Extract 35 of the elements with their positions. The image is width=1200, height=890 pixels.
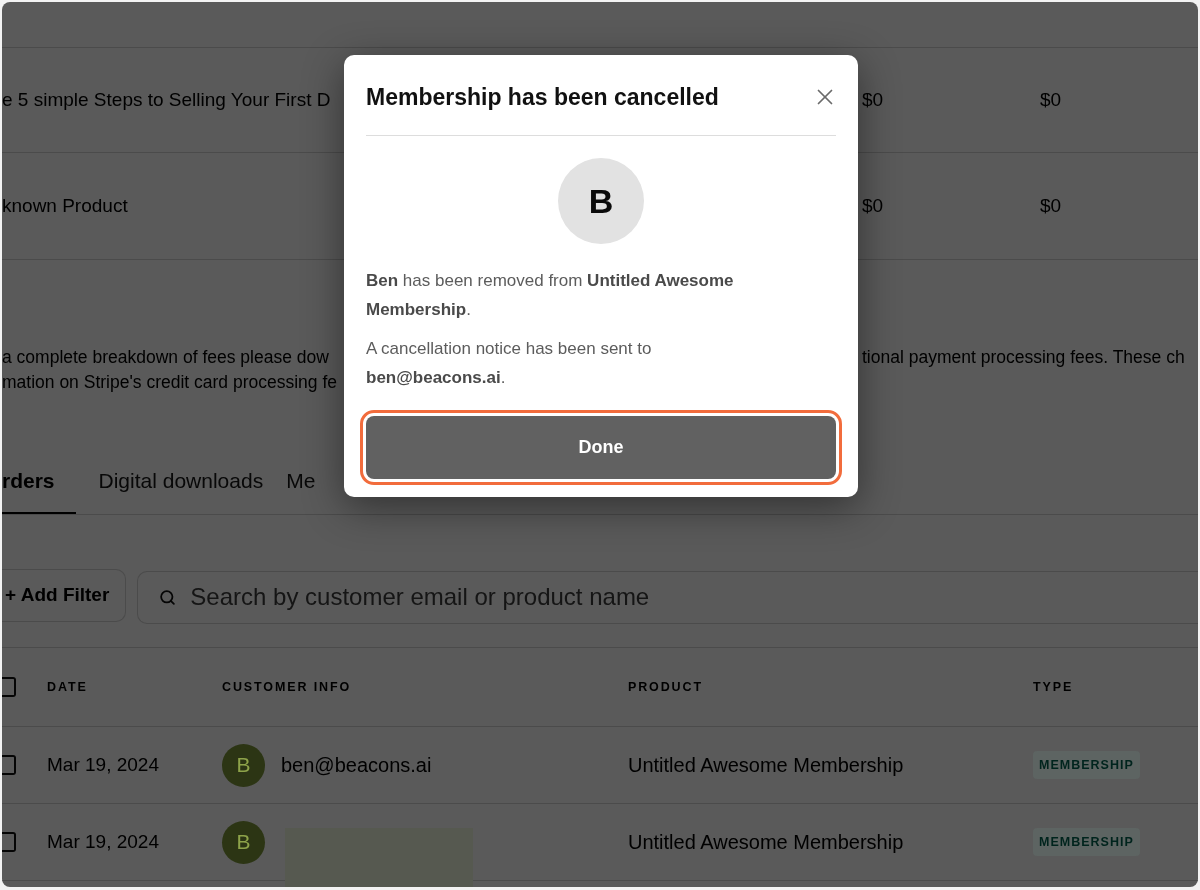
type-tag: MEMBERSHIP	[1033, 827, 1140, 857]
date-text: Mar 19, 2024	[47, 752, 160, 777]
column-header: TYPE	[1033, 678, 1075, 696]
search-icon	[159, 588, 177, 606]
column-header: CUSTOMER INFO	[222, 678, 352, 696]
tab[interactable]: Digital downloads	[98, 451, 264, 514]
modal-message: Ben has been removed from Untitled Awesome Membership.	[366, 270, 735, 321]
price-text: $0	[862, 193, 884, 218]
customer-email: ben@beacons.ai	[281, 753, 432, 778]
add-filter-button[interactable]: + Add Filter	[2, 568, 127, 622]
customer-avatar: B	[222, 820, 265, 864]
tab[interactable]: Me	[286, 451, 316, 514]
price-text: $0	[862, 87, 884, 112]
checkbox[interactable]	[2, 832, 16, 852]
checkbox[interactable]	[2, 677, 16, 697]
price-text: $0	[1040, 87, 1062, 112]
column-header: DATE	[47, 678, 89, 696]
customer-avatar: B	[222, 743, 265, 787]
column-header: PRODUCT	[628, 678, 704, 696]
product-name: Untitled Awesome Membership	[628, 753, 905, 778]
fees-note-text: mation on Stripe's credit card processing fe	[2, 371, 338, 394]
product-name: Untitled Awesome Membership	[628, 830, 905, 855]
fees-note-text: tional payment processing fees. These ch	[862, 346, 1185, 369]
product-title: e 5 simple Steps to Selling Your First D	[2, 87, 331, 112]
tab[interactable]: rders	[2, 451, 76, 514]
product-title: known Product	[2, 193, 128, 218]
search-field[interactable]: Search by customer email or product name	[137, 570, 1198, 624]
date-text: Mar 19, 2024	[47, 829, 160, 854]
price-text: $0	[1040, 193, 1062, 218]
modal-message: A cancellation notice has been sent to ben@beacons.ai.	[366, 338, 653, 389]
checkbox[interactable]	[2, 755, 16, 775]
member-avatar: B	[558, 158, 644, 244]
type-tag: MEMBERSHIP	[1033, 750, 1140, 780]
modal-title: Membership has been cancelled	[366, 82, 719, 112]
fees-note-text: a complete breakdown of fees please dow	[2, 346, 329, 369]
